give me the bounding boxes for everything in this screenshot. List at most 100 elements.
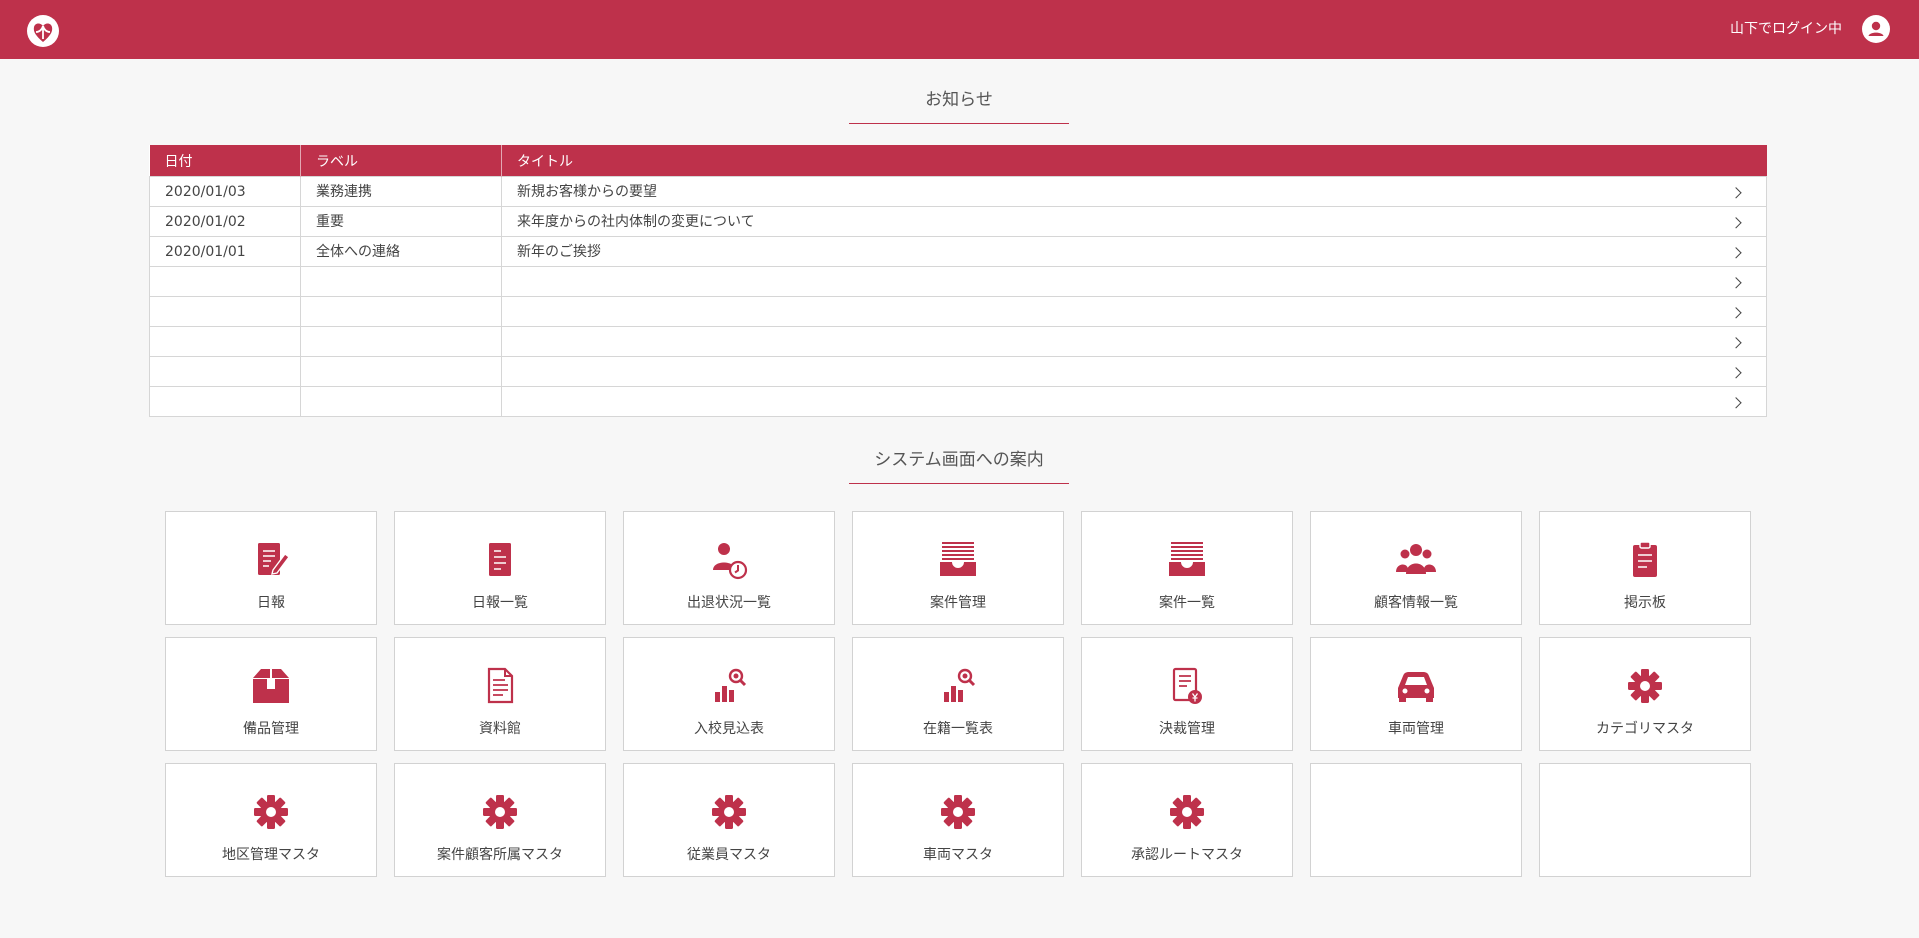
news-cell-date xyxy=(149,386,301,417)
news-cell-date xyxy=(149,266,301,297)
news-date-text: 2020/01/01 xyxy=(165,243,246,260)
news-cell-label: 業務連携 xyxy=(300,176,502,207)
news-cell-title xyxy=(501,296,1767,327)
menu-tile[interactable]: 出退状況一覧 xyxy=(623,511,835,625)
menu-tile-label: 日報一覧 xyxy=(472,595,528,611)
news-cell-date: 2020/01/02 xyxy=(149,206,301,237)
chevron-right-icon[interactable] xyxy=(1730,366,1742,378)
menu-tile-label: 備品管理 xyxy=(243,721,299,737)
chevron-right-icon[interactable] xyxy=(1730,186,1742,198)
box-icon xyxy=(249,666,293,706)
column-header-date: 日付 xyxy=(149,145,301,177)
news-section-title: お知らせ xyxy=(849,88,1069,124)
news-row[interactable]: 2020/01/03 業務連携 新規お客様からの要望 xyxy=(149,176,1767,207)
gear-icon xyxy=(478,792,522,832)
inbox-tray-icon xyxy=(936,540,980,580)
menu-section-title: システム画面への案内 xyxy=(849,448,1069,484)
menu-tile[interactable]: 在籍一覧表 xyxy=(852,637,1064,751)
news-label-text: 重要 xyxy=(316,213,344,230)
menu-tile[interactable]: 資料館 xyxy=(394,637,606,751)
menu-tile-label: 在籍一覧表 xyxy=(923,721,993,737)
menu-tile-label: 案件一覧 xyxy=(1159,595,1215,611)
news-cell-label xyxy=(300,326,502,357)
news-title-text: 新規お客様からの要望 xyxy=(517,183,657,200)
news-cell-title: 来年度からの社内体制の変更について xyxy=(501,206,1767,237)
menu-tile[interactable]: 案件一覧 xyxy=(1081,511,1293,625)
chevron-right-icon[interactable] xyxy=(1730,336,1742,348)
menu-tile[interactable]: 入校見込表 xyxy=(623,637,835,751)
gear-icon xyxy=(1623,666,1667,706)
menu-tile[interactable]: 従業員マスタ xyxy=(623,763,835,877)
menu-tile[interactable]: 日報一覧 xyxy=(394,511,606,625)
news-cell-label xyxy=(300,356,502,387)
news-date-text: 2020/01/02 xyxy=(165,213,246,230)
news-row[interactable]: 2020/01/01 全体への連絡 新年のご挨拶 xyxy=(149,236,1767,267)
column-header-label: ラベル xyxy=(300,145,502,177)
menu-tile[interactable]: カテゴリマスタ xyxy=(1539,637,1751,751)
login-status-text: 山下でログイン中 xyxy=(1730,21,1842,37)
menu-tile-label: 従業員マスタ xyxy=(687,847,771,863)
gear-icon xyxy=(1165,792,1209,832)
menu-tile[interactable]: 備品管理 xyxy=(165,637,377,751)
menu-tile-label: 車両管理 xyxy=(1388,721,1444,737)
menu-tile[interactable]: 決裁管理 xyxy=(1081,637,1293,751)
news-cell-title: 新規お客様からの要望 xyxy=(501,176,1767,207)
menu-tile[interactable]: 承認ルートマスタ xyxy=(1081,763,1293,877)
menu-tile-label: 日報 xyxy=(257,595,285,611)
news-title-text: 来年度からの社内体制の変更について xyxy=(517,213,755,230)
chevron-right-icon[interactable] xyxy=(1730,306,1742,318)
news-label-text: 業務連携 xyxy=(316,183,372,200)
gear-icon xyxy=(707,792,751,832)
document-icon xyxy=(478,666,522,706)
menu-tile-label: 入校見込表 xyxy=(694,721,764,737)
menu-tile[interactable]: 顧客情報一覧 xyxy=(1310,511,1522,625)
news-row[interactable]: 2020/01/02 重要 来年度からの社内体制の変更について xyxy=(149,206,1767,237)
menu-tile-label: 車両マスタ xyxy=(923,847,993,863)
menu-tile[interactable]: 地区管理マスタ xyxy=(165,763,377,877)
menu-tile-label: 承認ルートマスタ xyxy=(1131,847,1243,863)
gear-icon xyxy=(936,792,980,832)
news-cell-date: 2020/01/03 xyxy=(149,176,301,207)
car-icon xyxy=(1394,666,1438,706)
inbox-tray-icon xyxy=(1165,540,1209,580)
chevron-right-icon[interactable] xyxy=(1730,216,1742,228)
menu-tile-label: 地区管理マスタ xyxy=(222,847,320,863)
report-edit-icon xyxy=(249,540,293,580)
news-cell-label xyxy=(300,296,502,327)
news-row[interactable] xyxy=(149,326,1767,357)
news-table: 日付 ラベル タイトル 2020/01/03 業務連携 新規お客様からの要望 2020… xyxy=(149,145,1767,417)
menu-tile-label: 顧客情報一覧 xyxy=(1374,595,1458,611)
news-date-text: 2020/01/03 xyxy=(165,183,246,200)
menu-tile[interactable]: 車両マスタ xyxy=(852,763,1064,877)
people-group-icon xyxy=(1394,540,1438,580)
news-row[interactable] xyxy=(149,296,1767,327)
menu-tile-empty xyxy=(1310,763,1522,877)
gear-icon xyxy=(249,792,293,832)
chevron-right-icon[interactable] xyxy=(1730,396,1742,408)
news-cell-label xyxy=(300,386,502,417)
chevron-right-icon[interactable] xyxy=(1730,246,1742,258)
person-clock-icon xyxy=(707,540,751,580)
menu-tile[interactable]: 掲示板 xyxy=(1539,511,1751,625)
menu-tile[interactable]: 日報 xyxy=(165,511,377,625)
menu-tile[interactable]: 車両管理 xyxy=(1310,637,1522,751)
menu-tile-label: 案件顧客所属マスタ xyxy=(437,847,563,863)
menu-tile-label: 掲示板 xyxy=(1624,595,1666,611)
news-cell-title xyxy=(501,326,1767,357)
user-avatar-icon[interactable] xyxy=(1862,15,1890,43)
system-menu-grid: 日報 日報一覧 出退状況一覧 案件管理 案件一覧 顧客情報一覧 掲示板備品管理 資料館 入校見込… xyxy=(165,511,1751,877)
document-list-icon xyxy=(478,540,522,580)
menu-tile-label: 決裁管理 xyxy=(1159,721,1215,737)
menu-tile[interactable]: 案件管理 xyxy=(852,511,1064,625)
news-row[interactable] xyxy=(149,386,1767,417)
menu-tile-label: 資料館 xyxy=(479,721,521,737)
news-row[interactable] xyxy=(149,266,1767,297)
news-label-text: 全体への連絡 xyxy=(316,243,400,260)
news-title-text: 新年のご挨拶 xyxy=(517,243,601,260)
chevron-right-icon[interactable] xyxy=(1730,276,1742,288)
news-cell-title xyxy=(501,266,1767,297)
chart-search-icon xyxy=(707,666,751,706)
heart-flower-logo-icon[interactable] xyxy=(26,14,60,48)
news-row[interactable] xyxy=(149,356,1767,387)
menu-tile[interactable]: 案件顧客所属マスタ xyxy=(394,763,606,877)
